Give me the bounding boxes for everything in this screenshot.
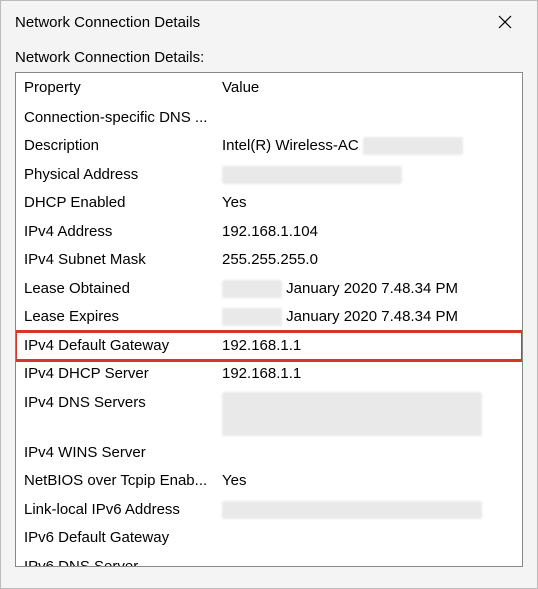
table-row[interactable]: DHCP Enabled Yes [16, 189, 522, 218]
value-cell [216, 161, 522, 190]
value-text: Yes [222, 194, 246, 211]
network-connection-details-dialog: Network Connection Details Network Conne… [0, 0, 538, 589]
value-cell: Yes [216, 467, 522, 496]
value-text: January 2020 7.48.34 PM [286, 280, 458, 297]
value-cell [216, 389, 522, 439]
table-row[interactable]: Connection-specific DNS ... [16, 104, 522, 133]
value-text: 192.168.1.104 [222, 223, 318, 240]
details-frame: Property Value Connection-specific DNS .… [15, 72, 523, 567]
table-row[interactable]: IPv4 DNS Servers [16, 389, 522, 439]
table-row[interactable]: NetBIOS over Tcpip Enab... Yes [16, 467, 522, 496]
value-text: 192.168.1.1 [222, 337, 301, 354]
redacted-region [222, 392, 482, 436]
property-cell: IPv4 DHCP Server [16, 360, 216, 389]
property-cell: NetBIOS over Tcpip Enab... [16, 467, 216, 496]
table-row[interactable]: IPv4 Default Gateway 192.168.1.1 [16, 332, 522, 361]
table-row[interactable]: IPv4 Subnet Mask 255.255.255.0 [16, 246, 522, 275]
details-label: Network Connection Details: [1, 43, 537, 72]
table-row[interactable]: IPv4 WINS Server [16, 439, 522, 468]
value-cell: 255.255.255.0 [216, 246, 522, 275]
property-cell: IPv4 Default Gateway [16, 332, 216, 361]
table-row[interactable]: Lease Obtained January 2020 7.48.34 PM [16, 275, 522, 304]
value-cell [216, 553, 522, 568]
property-cell: DHCP Enabled [16, 189, 216, 218]
column-header-value[interactable]: Value [216, 73, 522, 104]
property-cell: IPv4 WINS Server [16, 439, 216, 468]
redacted-region [222, 501, 482, 519]
value-cell: Yes [216, 189, 522, 218]
value-text: January 2020 7.48.34 PM [286, 308, 458, 325]
redacted-region [222, 280, 282, 298]
property-cell: IPv6 DNS Server [16, 553, 216, 568]
value-cell: January 2020 7.48.34 PM [216, 275, 522, 304]
table-row[interactable]: Description Intel(R) Wireless-AC [16, 132, 522, 161]
value-cell: 192.168.1.104 [216, 218, 522, 247]
value-text: Intel(R) Wireless-AC [222, 137, 359, 154]
property-cell: Connection-specific DNS ... [16, 104, 216, 133]
table-row[interactable]: IPv4 DHCP Server 192.168.1.1 [16, 360, 522, 389]
property-cell: IPv6 Default Gateway [16, 524, 216, 553]
table-row[interactable]: IPv6 Default Gateway [16, 524, 522, 553]
property-cell: Description [16, 132, 216, 161]
value-cell [216, 104, 522, 133]
table-row[interactable]: Physical Address [16, 161, 522, 190]
redacted-region [222, 308, 282, 326]
table-row[interactable]: IPv6 DNS Server [16, 553, 522, 568]
value-cell [216, 439, 522, 468]
value-cell: 192.168.1.1 [216, 332, 522, 361]
table-row[interactable]: Link-local IPv6 Address [16, 496, 522, 525]
close-button[interactable] [485, 8, 525, 36]
property-cell: IPv4 Address [16, 218, 216, 247]
details-table: Property Value Connection-specific DNS .… [16, 73, 522, 567]
value-cell [216, 524, 522, 553]
column-header-property[interactable]: Property [16, 73, 216, 104]
value-cell: Intel(R) Wireless-AC [216, 132, 522, 161]
redacted-region [222, 166, 402, 184]
titlebar: Network Connection Details [1, 1, 537, 43]
value-text: 192.168.1.1 [222, 365, 301, 382]
property-cell: Lease Obtained [16, 275, 216, 304]
value-cell [216, 496, 522, 525]
property-cell: IPv4 Subnet Mask [16, 246, 216, 275]
value-text: 255.255.255.0 [222, 251, 318, 268]
property-cell: Link-local IPv6 Address [16, 496, 216, 525]
dialog-title: Network Connection Details [15, 14, 200, 31]
value-cell: January 2020 7.48.34 PM [216, 303, 522, 332]
table-row[interactable]: IPv4 Address 192.168.1.104 [16, 218, 522, 247]
table-header-row: Property Value [16, 73, 522, 104]
close-icon [498, 15, 512, 29]
value-cell: 192.168.1.1 [216, 360, 522, 389]
value-text: Yes [222, 472, 246, 489]
redacted-region [363, 137, 463, 155]
table-row[interactable]: Lease Expires January 2020 7.48.34 PM [16, 303, 522, 332]
property-cell: IPv4 DNS Servers [16, 389, 216, 439]
property-cell: Lease Expires [16, 303, 216, 332]
property-cell: Physical Address [16, 161, 216, 190]
